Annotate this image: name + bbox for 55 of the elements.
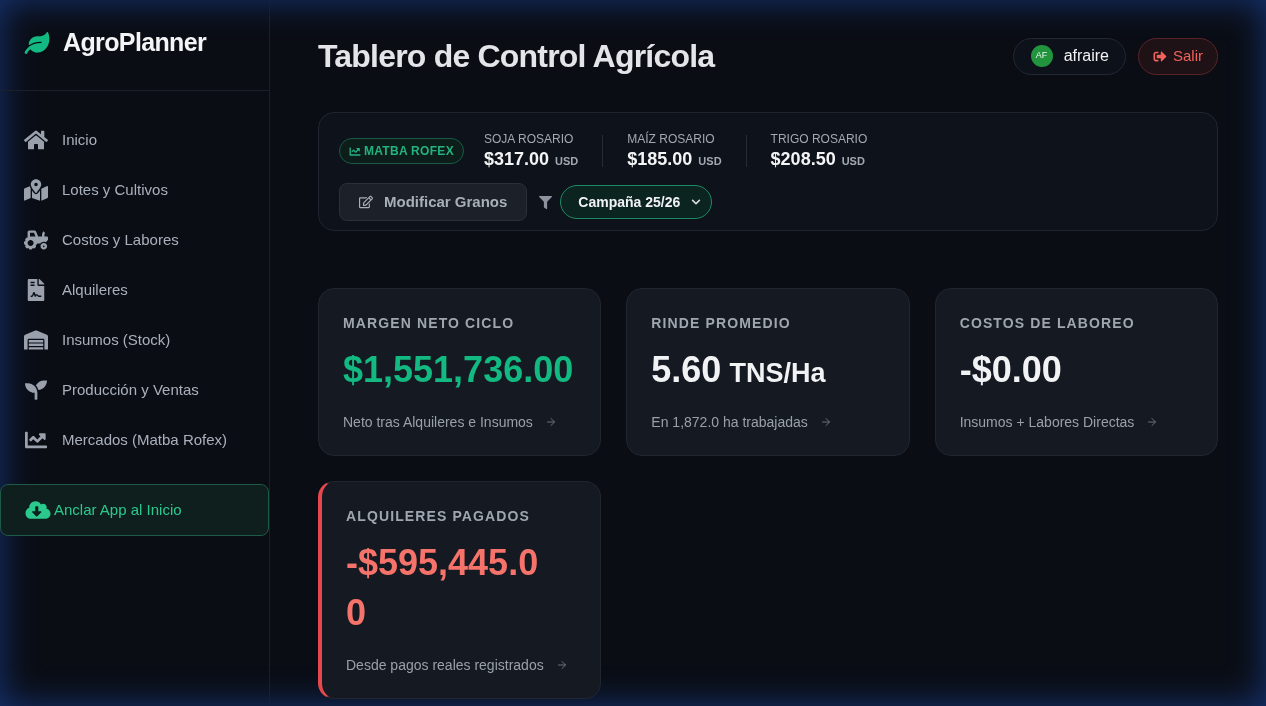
brand-name: AgroPlanner bbox=[63, 26, 207, 58]
stat-note: Neto tras Alquileres e Insumos bbox=[343, 413, 533, 432]
stat-note: Insumos + Labores Directas bbox=[959, 413, 1135, 432]
stat-value: -$0.00 bbox=[959, 348, 1062, 392]
price-value: $208.50 bbox=[770, 148, 836, 171]
price-value: $185.00 bbox=[627, 148, 693, 171]
edit-icon bbox=[359, 195, 373, 209]
nav-item[interactable]: Inicio bbox=[0, 115, 269, 165]
stat-value: -$595,445.00 bbox=[346, 541, 540, 635]
stat-unit: TNS/Ha bbox=[729, 357, 826, 390]
stat-title: MARGEN NETO CICLO bbox=[343, 314, 516, 332]
stat-note: Desde pagos reales registrados bbox=[346, 656, 544, 675]
stat-title: ALQUILERES PAGADOS bbox=[346, 507, 532, 525]
filter-icon bbox=[539, 195, 553, 209]
logout-icon bbox=[1153, 49, 1167, 63]
logout-button[interactable]: Salir bbox=[1138, 37, 1218, 75]
chevron-down-icon bbox=[691, 197, 702, 207]
source-tag-text: MATBA ROFEX bbox=[364, 143, 454, 160]
leaf-icon bbox=[24, 31, 50, 54]
arrow-right-icon bbox=[555, 659, 568, 671]
line-chart-icon bbox=[349, 145, 361, 157]
campaign-select[interactable]: Campaña 25/26 bbox=[560, 185, 713, 219]
arrow-right-icon bbox=[1146, 416, 1159, 428]
currency-label: USD bbox=[555, 154, 579, 169]
price-label: TRIGO ROSARIO bbox=[770, 131, 868, 147]
nav-item[interactable]: Alquileres bbox=[0, 265, 269, 315]
tractor-icon bbox=[24, 229, 48, 251]
install-button[interactable]: Anclar App al Inicio bbox=[0, 484, 269, 536]
stat-value: $1,551,736.00 bbox=[343, 348, 574, 392]
user-avatar: AF bbox=[1030, 45, 1053, 67]
warehouse-icon bbox=[24, 329, 48, 351]
stat-value: 5.60 bbox=[651, 348, 722, 392]
nav-item[interactable]: Insumos (Stock) bbox=[0, 315, 269, 365]
nav-item[interactable]: Costos y Labores bbox=[0, 215, 269, 265]
house-icon bbox=[24, 129, 48, 151]
arrow-right-icon bbox=[819, 416, 832, 428]
price-label: MAÍZ ROSARIO bbox=[627, 131, 716, 147]
currency-label: USD bbox=[698, 154, 722, 169]
map-pin-icon bbox=[24, 179, 48, 201]
line-chart-icon bbox=[24, 429, 48, 451]
stat-title: RINDE PROMEDIO bbox=[651, 314, 792, 332]
currency-label: USD bbox=[841, 154, 865, 169]
price-value: $317.00 bbox=[483, 148, 550, 171]
nav-item[interactable]: Producción y Ventas bbox=[0, 365, 269, 415]
edit-button[interactable]: Modificar Granos bbox=[339, 183, 528, 221]
cloud-download-icon bbox=[25, 500, 51, 520]
seedling-icon bbox=[24, 379, 48, 401]
nav-item[interactable]: Mercados (Matba Rofex) bbox=[0, 415, 269, 465]
nav-item[interactable]: Lotes y Cultivos bbox=[0, 165, 269, 215]
page-title: Tablero de Control Agrícola bbox=[318, 37, 715, 76]
stat-title: COSTOS DE LABOREO bbox=[959, 314, 1136, 332]
price-label: SOJA ROSARIO bbox=[483, 131, 575, 147]
user-menu[interactable]: AF afraire bbox=[1012, 37, 1126, 75]
stat-note: En 1,872.0 ha trabajadas bbox=[651, 413, 808, 432]
arrow-right-icon bbox=[544, 416, 557, 428]
